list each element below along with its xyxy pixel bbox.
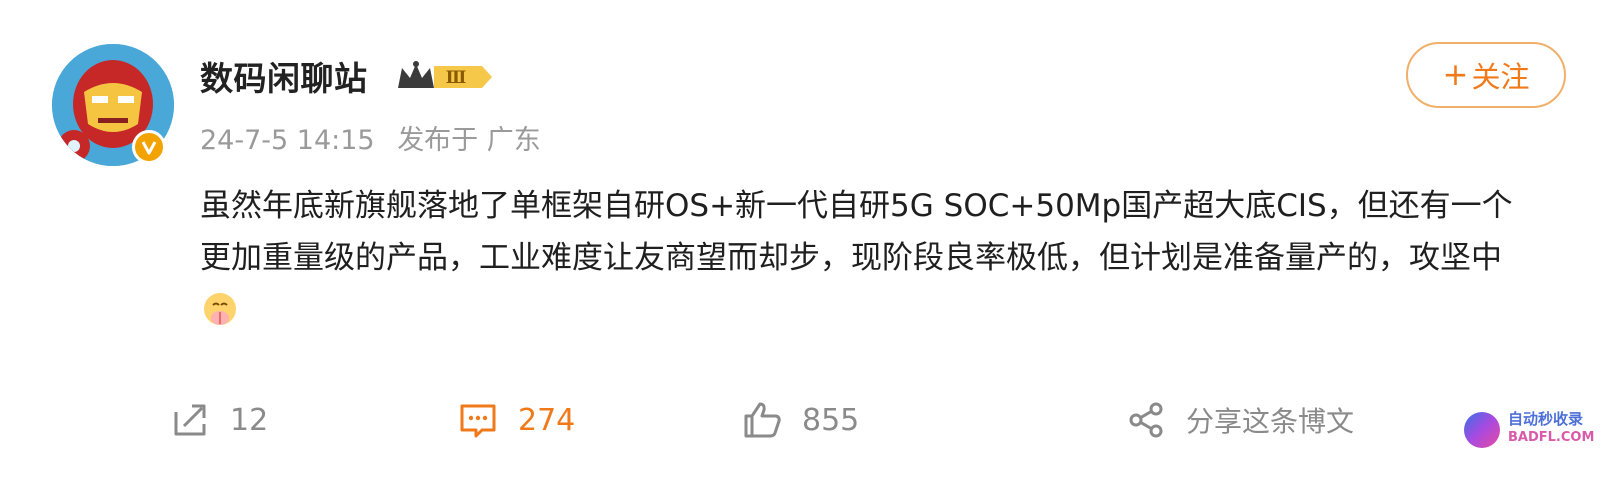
follow-button[interactable]: + 关注 [1406, 42, 1566, 108]
like-count: 855 [802, 402, 860, 438]
verified-icon [132, 130, 166, 164]
comment-count: 274 [518, 402, 576, 438]
watermark-line1: 自动秒收录 [1508, 410, 1584, 428]
weibo-post-card: 数码闲聊站 Ⅲ 24-7-5 14:15 发布于 广东 + 关注 虽然年底新旗舰… [0, 0, 1610, 480]
watermark-logo-icon [1464, 412, 1500, 448]
repost-icon [174, 404, 206, 436]
post-meta: 24-7-5 14:15 发布于 广东 [200, 118, 555, 157]
post-text: 虽然年底新旗舰落地了单框架自研OS+新一代自研5G SOC+50Mp国产超大底C… [200, 188, 1513, 276]
watermark-line2: BADFL.COM [1508, 430, 1595, 445]
like-button[interactable]: 855 [740, 380, 859, 460]
plus-icon: + [1442, 57, 1469, 93]
like-icon [744, 402, 781, 438]
watermark: 自动秒收录 BADFL.COM [1464, 406, 1604, 458]
repost-count: 12 [230, 402, 269, 438]
comment-button[interactable]: 274 [456, 380, 575, 460]
follow-label: 关注 [1471, 60, 1530, 94]
comment-icon [460, 404, 496, 438]
post-location: 发布于 广东 [397, 125, 541, 156]
share-button[interactable]: 分享这条博文 [1124, 380, 1354, 460]
post-body: 虽然年底新旗舰落地了单框架自研OS+新一代自研5G SOC+50Mp国产超大底C… [200, 180, 1530, 336]
action-bar: 12 274 855 分享这条博文 [0, 380, 1610, 460]
level-badge-text: Ⅲ [446, 68, 467, 88]
crown-icon: Ⅲ [396, 58, 496, 96]
repost-button[interactable]: 12 [168, 380, 268, 460]
pray-emoji-icon [204, 293, 236, 325]
post-time[interactable]: 24-7-5 14:15 [200, 125, 375, 156]
share-icon [1129, 402, 1163, 438]
author-name[interactable]: 数码闲聊站 [200, 52, 368, 100]
share-label: 分享这条博文 [1186, 405, 1355, 438]
